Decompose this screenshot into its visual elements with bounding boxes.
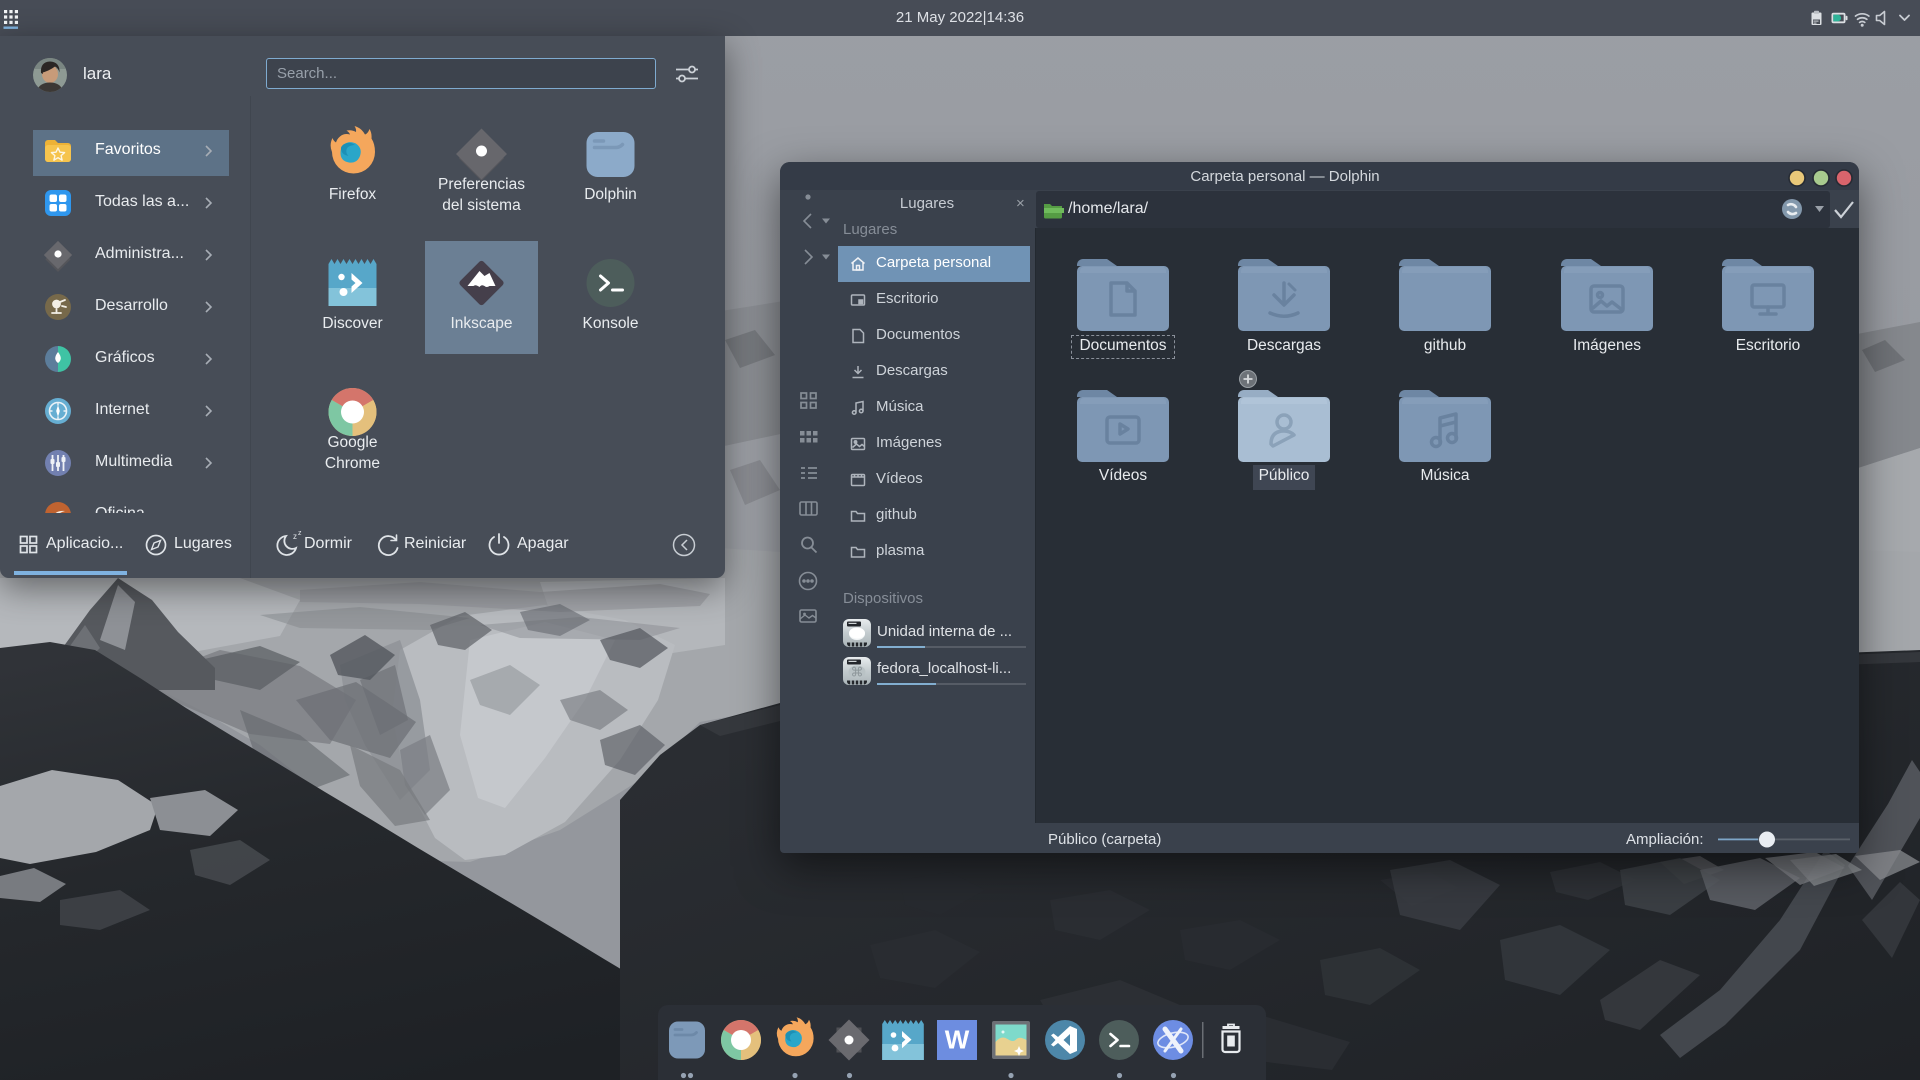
svg-text:z: z [293,532,297,541]
svg-text:⌘: ⌘ [851,665,864,680]
svg-text:W: W [945,1025,970,1055]
svg-text:z: z [298,530,302,537]
